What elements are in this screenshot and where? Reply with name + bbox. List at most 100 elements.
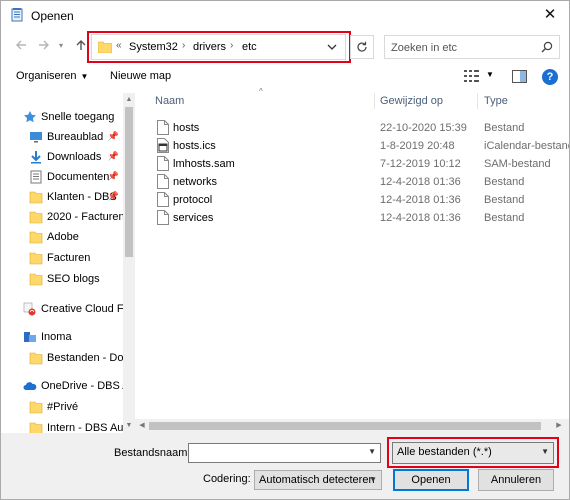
sidebar-item-desktop[interactable]: Bureaublad 📌 xyxy=(1,127,123,147)
folder-icon xyxy=(29,190,43,204)
column-divider[interactable] xyxy=(374,93,375,109)
column-header-name[interactable]: Naam xyxy=(155,95,184,107)
file-row-networks[interactable]: networks 12-4-2018 01:36 Bestand xyxy=(147,173,569,191)
recent-locations-chevron-icon[interactable]: ▾ xyxy=(56,38,66,54)
search-icon[interactable] xyxy=(541,41,553,56)
new-folder-button[interactable]: Nieuwe map xyxy=(110,70,171,82)
column-header-modified[interactable]: Gewijzigd op xyxy=(380,95,443,107)
scroll-down-icon[interactable]: ▼ xyxy=(125,422,133,430)
sidebar-item-onedrive[interactable]: OneDrive - DBS Au xyxy=(1,376,123,396)
view-options-icon[interactable] xyxy=(464,70,480,85)
sidebar-item-seo-blogs[interactable]: SEO blogs xyxy=(1,269,123,289)
file-icon xyxy=(157,156,169,174)
scrollbar-thumb[interactable] xyxy=(149,422,541,430)
desktop-icon xyxy=(29,130,43,144)
folder-icon xyxy=(29,230,43,244)
file-row-hosts-ics[interactable]: hosts.ics 1-8-2019 20:48 iCalendar-besta… xyxy=(147,137,569,155)
scroll-right-icon[interactable]: ▶ xyxy=(555,422,563,430)
sidebar-item-documents[interactable]: Documenten 📌 xyxy=(1,167,123,187)
folder-icon xyxy=(29,272,43,286)
file-name: hosts xyxy=(173,122,200,134)
pin-icon: 📌 xyxy=(107,151,119,161)
sidebar-item-label: Bestanden - Doc xyxy=(47,352,123,364)
sidebar-item-downloads[interactable]: Downloads 📌 xyxy=(1,147,123,167)
navigation-pane: Snelle toegang Bureaublad 📌 Downloads 📌 … xyxy=(1,93,134,433)
preview-pane-icon[interactable] xyxy=(512,70,527,86)
sidebar-item-label: SEO blogs xyxy=(47,273,100,285)
pin-icon: 📌 xyxy=(107,171,119,181)
sidebar-item-facturen[interactable]: Facturen xyxy=(1,248,123,268)
sidebar-item-prive[interactable]: #Privé xyxy=(1,397,123,417)
file-icon xyxy=(157,174,169,192)
file-row-protocol[interactable]: protocol 12-4-2018 01:36 Bestand xyxy=(147,191,569,209)
organize-button[interactable]: Organiseren ▼ xyxy=(16,70,88,82)
command-toolbar: Organiseren ▼ Nieuwe map ▼ ? xyxy=(1,65,569,89)
onedrive-cloud-icon xyxy=(23,379,37,393)
breadcrumb-drivers[interactable]: drivers xyxy=(193,41,226,53)
file-type: SAM-bestand xyxy=(484,158,551,170)
folder-icon xyxy=(29,210,43,224)
navigation-pane-scrollbar[interactable]: ▲ ▼ xyxy=(123,93,135,433)
encoding-select[interactable]: Automatisch detecteren ▼ xyxy=(254,470,382,490)
column-header-type[interactable]: Type xyxy=(484,95,508,107)
sidebar-item-adobe[interactable]: Adobe xyxy=(1,227,123,247)
column-divider[interactable] xyxy=(477,93,478,109)
scroll-up-icon[interactable]: ▲ xyxy=(125,96,133,104)
file-modified: 12-4-2018 01:36 xyxy=(380,176,461,188)
pin-icon: 📌 xyxy=(107,191,119,201)
breadcrumb-separator: › xyxy=(230,40,234,51)
filename-input[interactable] xyxy=(189,444,359,462)
sidebar-item-quick-access[interactable]: Snelle toegang xyxy=(1,107,123,127)
open-file-dialog: Openen ✕ ▾ « System32 › drivers › etc Zo… xyxy=(0,0,570,500)
scrollbar-thumb[interactable] xyxy=(125,107,133,257)
chevron-down-icon[interactable]: ▼ xyxy=(368,447,376,456)
cancel-button[interactable]: Annuleren xyxy=(478,469,554,491)
file-row-services[interactable]: services 12-4-2018 01:36 Bestand xyxy=(147,209,569,227)
creative-cloud-icon xyxy=(23,302,37,316)
help-icon[interactable]: ? xyxy=(542,69,558,85)
sidebar-item-label: Documenten xyxy=(47,171,110,183)
open-button[interactable]: Openen xyxy=(393,469,469,491)
address-dropdown-icon[interactable] xyxy=(325,40,339,54)
sidebar-item-bestanden[interactable]: Bestanden - Doc xyxy=(1,348,123,368)
sidebar-item-inoma[interactable]: Inoma xyxy=(1,327,123,347)
filename-field[interactable]: ▼ xyxy=(188,443,381,463)
sidebar-item-2020-facturen[interactable]: 2020 - Facturen 0 xyxy=(1,207,123,227)
horizontal-scrollbar[interactable]: ◀ ▶ xyxy=(135,419,569,433)
sidebar-item-label: OneDrive - DBS Au xyxy=(41,380,123,392)
file-type: Bestand xyxy=(484,176,525,188)
up-arrow-icon[interactable] xyxy=(73,38,89,54)
folder-icon xyxy=(97,41,113,56)
encoding-label: Codering: xyxy=(203,473,251,485)
sidebar-item-intern[interactable]: Intern - DBS Aut xyxy=(1,418,123,433)
search-input[interactable] xyxy=(391,40,531,55)
file-name: services xyxy=(173,212,214,224)
chevron-down-icon: ▼ xyxy=(369,475,377,484)
forward-arrow-icon[interactable] xyxy=(36,38,52,54)
file-modified: 12-4-2018 01:36 xyxy=(380,194,461,206)
file-row-lmhosts-sam[interactable]: lmhosts.sam 7-12-2019 10:12 SAM-bestand xyxy=(147,155,569,173)
inoma-icon xyxy=(23,330,37,344)
sort-ascending-icon: ^ xyxy=(259,87,263,96)
notepad-icon xyxy=(10,8,24,22)
refresh-icon[interactable] xyxy=(350,35,374,59)
back-arrow-icon[interactable] xyxy=(13,38,29,54)
search-field[interactable] xyxy=(384,35,560,59)
sidebar-item-klanten[interactable]: Klanten - DBS 📌 xyxy=(1,187,123,207)
scroll-left-icon[interactable]: ◀ xyxy=(138,422,146,430)
breadcrumb-overflow[interactable]: « xyxy=(116,40,122,51)
sidebar-item-creative-cloud[interactable]: Creative Cloud Fil xyxy=(1,299,123,319)
file-name: networks xyxy=(173,176,218,188)
view-dropdown-icon[interactable]: ▼ xyxy=(486,70,494,79)
file-type-filter-select[interactable]: Alle bestanden (*.*) ▼ xyxy=(392,442,554,464)
close-button[interactable]: ✕ xyxy=(539,5,561,25)
file-list: ^ Naam Gewijzigd op Type hosts 22-10-202… xyxy=(147,87,569,419)
file-modified: 7-12-2019 10:12 xyxy=(380,158,461,170)
address-bar[interactable]: « System32 › drivers › etc xyxy=(91,34,346,60)
folder-icon xyxy=(29,351,43,365)
organize-label: Organiseren xyxy=(16,70,77,82)
breadcrumb-system32[interactable]: System32 xyxy=(129,41,178,53)
file-row-hosts[interactable]: hosts 22-10-2020 15:39 Bestand xyxy=(147,119,569,137)
breadcrumb-etc[interactable]: etc xyxy=(242,41,257,53)
navigation-bar: ▾ « System32 › drivers › etc xyxy=(1,31,569,63)
